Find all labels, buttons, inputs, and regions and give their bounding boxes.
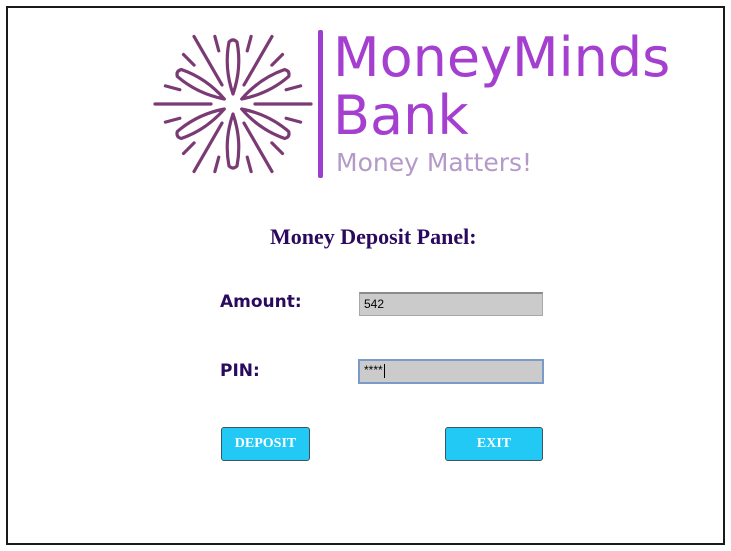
pin-value: **** — [364, 363, 383, 377]
text-cursor — [383, 363, 385, 378]
flower-burst-icon — [153, 34, 313, 174]
amount-label: Amount: — [220, 292, 302, 312]
pin-field[interactable]: **** — [358, 359, 544, 384]
logo-divider — [318, 30, 323, 178]
panel-title: Money Deposit Panel: — [270, 224, 477, 249]
amount-field[interactable]: 542 — [359, 292, 543, 316]
deposit-button[interactable]: DEPOSIT — [221, 427, 310, 461]
pin-label: PIN: — [220, 361, 260, 381]
brand-name-line1: MoneyMinds — [333, 26, 671, 89]
brand-tagline: Money Matters! — [336, 148, 533, 177]
exit-button[interactable]: EXIT — [445, 427, 543, 461]
amount-value: 542 — [364, 297, 385, 311]
brand-name-line2: Bank — [333, 84, 469, 147]
